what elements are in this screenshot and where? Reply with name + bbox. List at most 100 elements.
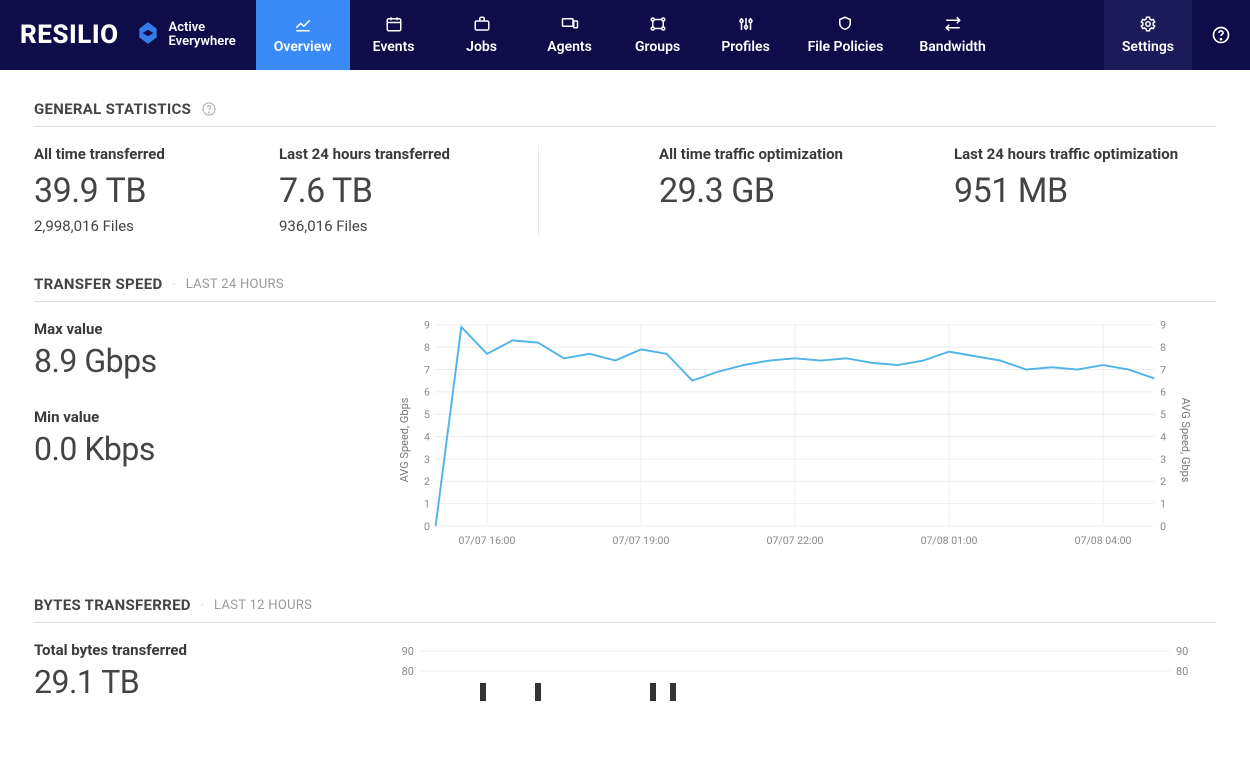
metric-value: 29.1 TB [34, 663, 344, 701]
svg-text:7: 7 [1160, 363, 1166, 376]
nav-label: Profiles [721, 39, 769, 55]
transfer-metrics: Max value 8.9 Gbps Min value 0.0 Kbps [34, 320, 344, 496]
section-title: TRANSFER SPEED [34, 275, 163, 293]
separator-dot: · [173, 277, 176, 291]
svg-text:3: 3 [424, 453, 430, 466]
stat-value: 951 MB [954, 171, 1186, 211]
brand-tagline: Active Everywhere [135, 20, 236, 50]
stat-all-time-transferred: All time transferred 39.9 TB 2,998,016 F… [34, 145, 279, 235]
app-header: RESILIO Active Everywhere Overview Event… [0, 0, 1250, 70]
svg-text:6: 6 [1160, 386, 1166, 399]
stat-value: 29.3 GB [659, 171, 924, 211]
nav-label: Agents [547, 39, 592, 55]
bytes-chart: 90 80 90 80 [374, 641, 1216, 701]
svg-text:80: 80 [1176, 665, 1188, 678]
svg-text:9: 9 [1160, 320, 1166, 332]
shield-file-icon [835, 15, 855, 33]
section-subtitle: LAST 12 HOURS [214, 598, 312, 613]
svg-text:07/07 16:00: 07/07 16:00 [459, 534, 516, 547]
svg-text:7: 7 [424, 363, 430, 376]
svg-text:07/08 04:00: 07/08 04:00 [1075, 534, 1132, 547]
svg-text:90: 90 [402, 645, 414, 658]
stat-detail: 2,998,016 Files [34, 217, 249, 235]
bytes-row: Total bytes transferred 29.1 TB 90 80 90 80 [34, 641, 1216, 729]
svg-text:07/07 19:00: 07/07 19:00 [613, 534, 670, 547]
svg-text:0: 0 [1160, 520, 1166, 533]
svg-text:07/08 01:00: 07/08 01:00 [921, 534, 978, 547]
separator-dot: · [201, 598, 204, 612]
sliders-icon [736, 15, 756, 33]
metric-value: 8.9 Gbps [34, 342, 344, 380]
nav-jobs[interactable]: Jobs [438, 0, 526, 70]
nav-settings[interactable]: Settings [1104, 0, 1192, 70]
metric-min: Min value 0.0 Kbps [34, 408, 344, 468]
svg-text:2: 2 [1160, 475, 1166, 488]
nav-events[interactable]: Events [350, 0, 438, 70]
brand-tagline-1: Active [169, 21, 236, 35]
nav-label: Events [373, 39, 415, 55]
y-axis-label-right: AVG Speed, Gbps [1179, 398, 1192, 483]
network-icon [648, 15, 668, 33]
nav-file-policies[interactable]: File Policies [790, 0, 902, 70]
nav-label: File Policies [808, 39, 884, 55]
svg-text:4: 4 [424, 430, 430, 443]
svg-text:1: 1 [424, 498, 430, 511]
help-button[interactable] [1192, 0, 1250, 70]
stat-value: 39.9 TB [34, 171, 249, 211]
svg-text:80: 80 [402, 665, 414, 678]
help-circle-icon [1211, 25, 1231, 45]
nav-bandwidth[interactable]: Bandwidth [901, 0, 1003, 70]
brand-name: RESILIO [20, 20, 119, 50]
stat-value: 7.6 TB [279, 171, 508, 211]
stat-detail: 936,016 Files [279, 217, 508, 235]
transfer-arrows-icon [943, 15, 963, 33]
y-axis-label-left: AVG Speed, Gbps [398, 398, 411, 483]
svg-text:90: 90 [1176, 645, 1188, 658]
svg-text:4: 4 [1160, 430, 1166, 443]
calendar-icon [384, 15, 404, 33]
chart-line-icon [293, 15, 313, 33]
stat-24h-optimization: Last 24 hours traffic optimization 951 M… [954, 145, 1216, 235]
svg-text:0: 0 [424, 520, 430, 533]
stat-label: Last 24 hours traffic optimization [954, 145, 1186, 163]
section-transfer-header: TRANSFER SPEED · LAST 24 HOURS [34, 275, 1216, 302]
metric-label: Total bytes transferred [34, 641, 344, 659]
metric-value: 0.0 Kbps [34, 430, 344, 468]
stats-row: All time transferred 39.9 TB 2,998,016 F… [34, 145, 1216, 235]
nav-label: Groups [635, 39, 680, 55]
metric-label: Max value [34, 320, 344, 338]
nav-profiles[interactable]: Profiles [702, 0, 790, 70]
nav-label: Settings [1122, 39, 1174, 55]
metric-label: Min value [34, 408, 344, 426]
transfer-row: Max value 8.9 Gbps Min value 0.0 Kbps AV… [34, 320, 1216, 560]
stat-24h-transferred: Last 24 hours transferred 7.6 TB 936,016… [279, 145, 539, 235]
section-bytes-header: BYTES TRANSFERRED · LAST 12 HOURS [34, 596, 1216, 623]
svg-text:1: 1 [1160, 498, 1166, 511]
stat-all-time-optimization: All time traffic optimization 29.3 GB [539, 145, 954, 235]
transfer-speed-chart: AVG Speed, Gbps AVG Speed, Gbps 00112233… [374, 320, 1216, 560]
briefcase-icon [472, 15, 492, 33]
gear-icon [1138, 15, 1158, 33]
section-title: BYTES TRANSFERRED [34, 596, 191, 614]
svg-text:07/07 22:00: 07/07 22:00 [767, 534, 824, 547]
stat-label: All time traffic optimization [659, 145, 924, 163]
nav-label: Jobs [466, 39, 497, 55]
section-title: GENERAL STATISTICS [34, 100, 191, 118]
svg-text:8: 8 [1160, 341, 1166, 354]
nav-label: Overview [274, 39, 332, 55]
metric-max: Max value 8.9 Gbps [34, 320, 344, 380]
nav-agents[interactable]: Agents [526, 0, 614, 70]
brand: RESILIO Active Everywhere [0, 0, 256, 70]
help-circle-icon[interactable] [201, 101, 217, 117]
stat-label: All time transferred [34, 145, 249, 163]
svg-text:5: 5 [424, 408, 430, 421]
bytes-metrics: Total bytes transferred 29.1 TB [34, 641, 344, 729]
devices-icon [559, 15, 581, 33]
brand-logo-icon [135, 20, 161, 50]
main-content: GENERAL STATISTICS All time transferred … [0, 70, 1250, 759]
nav-groups[interactable]: Groups [614, 0, 702, 70]
nav-overview[interactable]: Overview [256, 0, 350, 70]
line-chart-svg: 0011223344556677889907/07 16:0007/07 19:… [374, 320, 1216, 550]
svg-text:5: 5 [1160, 408, 1166, 421]
brand-tagline-2: Everywhere [169, 35, 236, 49]
